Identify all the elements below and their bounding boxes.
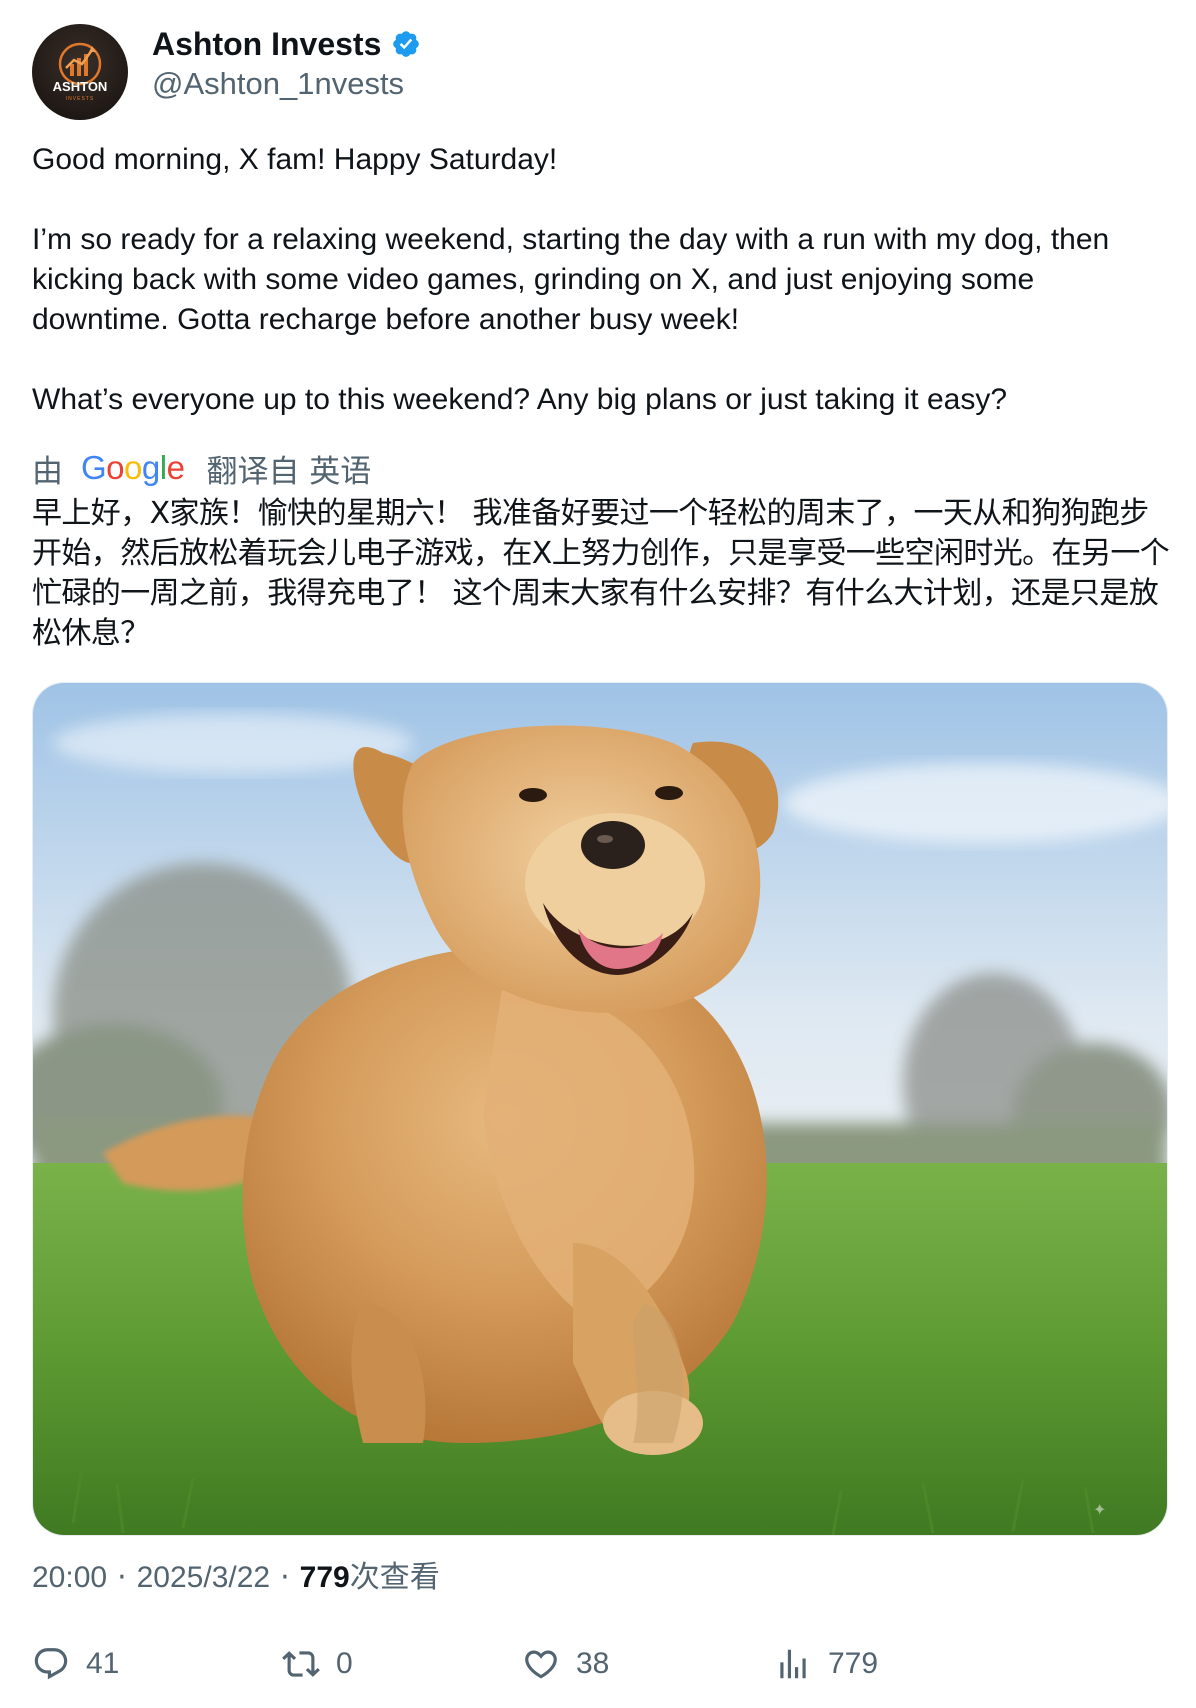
dog-photo: ✦ [33,683,1167,1535]
author-handle[interactable]: @Ashton_1nvests [152,64,421,104]
views-button[interactable]: 779 [774,1642,878,1686]
avatar-logo-icon: ASHTON INVESTS [53,42,108,102]
views-count: 779 [299,1561,350,1594]
reply-count: 41 [86,1647,120,1680]
svg-text:ASHTON: ASHTON [53,79,108,94]
verified-badge-icon [393,31,420,57]
tweet-date[interactable]: 2025/3/22 [137,1558,270,1598]
tweet-time[interactable]: 20:00 [32,1558,107,1598]
tweet-paragraph: I’m so ready for a relaxing weekend, sta… [32,223,1110,336]
avatar[interactable]: ASHTON INVESTS [32,24,128,120]
reply-button[interactable]: 41 [32,1642,119,1686]
views-action-count: 779 [828,1647,879,1680]
translated-text: 早上好，X家族！愉快的星期六！ 我准备好要过一个轻松的周末了，一天从和狗狗跑步开… [32,496,1170,651]
retweet-count: 0 [336,1647,353,1680]
retweet-icon [282,1651,320,1677]
translated-from-label[interactable]: 翻译自 英语 [206,446,371,491]
display-name[interactable]: Ashton Invests [152,24,381,64]
tweet-text: Good morning, X fam! Happy Saturday! I’m… [32,140,1172,420]
translated-by-label: 由 [32,453,63,490]
bar-chart-icon [780,1649,806,1679]
action-bar: 41 0 38 779 [32,1642,1172,1686]
tweet-meta: 20:00 · 2025/3/22 · 779 次查看 [32,1558,440,1598]
author-names: Ashton Invests @Ashton_1nvests [152,24,421,104]
image-watermark: ✦ [1093,1502,1106,1519]
svg-text:INVESTS: INVESTS [66,96,94,102]
tweet-paragraph: What’s everyone up to this weekend? Any … [32,383,1008,416]
views-label: 次查看 [349,1560,440,1595]
google-logo: Google [81,449,185,486]
tweet-paragraph: Good morning, X fam! Happy Saturday! [32,143,558,176]
reply-icon [34,1648,68,1680]
like-button[interactable]: 38 [522,1642,609,1686]
translation-attribution: 由 Google 翻译自 英语 [32,446,371,490]
separator-dot: · [280,1560,290,1595]
heart-icon [525,1650,557,1679]
tweet-media-image[interactable]: ✦ [32,682,1168,1536]
display-name-row: Ashton Invests [152,24,421,64]
retweet-button[interactable]: 0 [282,1642,353,1686]
tweet-header: ASHTON INVESTS Ashton Invests @Ashton_1n… [32,24,421,120]
separator-dot: · [117,1560,127,1595]
like-count: 38 [576,1647,610,1680]
